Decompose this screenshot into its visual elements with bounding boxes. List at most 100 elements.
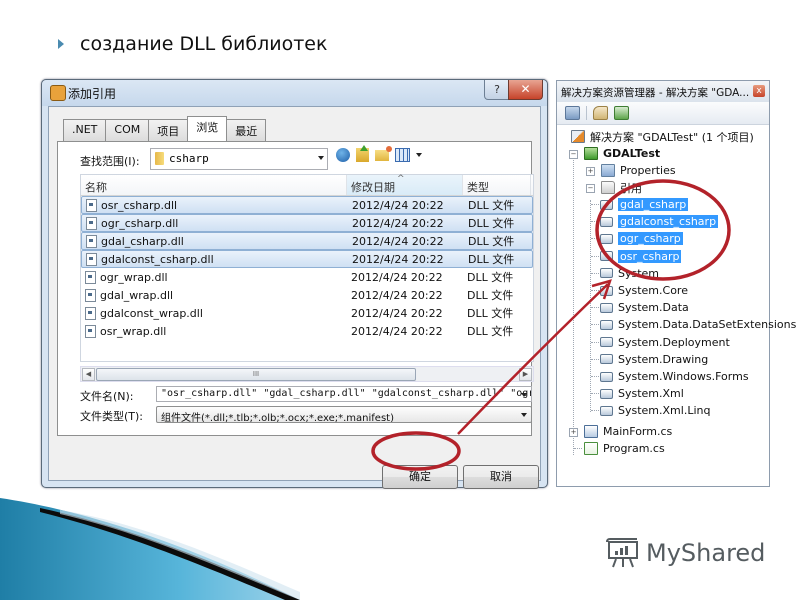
up-folder-icon[interactable] [356, 145, 369, 162]
tree-guide [591, 204, 599, 205]
tree-node-reference[interactable]: System.Deployment [600, 334, 730, 351]
scroll-left-icon[interactable]: ◀ [82, 368, 95, 381]
tree-guide [591, 255, 599, 257]
tree-guide [574, 448, 582, 449]
file-name: ogr_csharp.dll [101, 216, 179, 230]
tree-node-label: GDALTest [603, 147, 661, 160]
tree-node-mainform[interactable]: MainForm.cs [584, 423, 672, 440]
tree-node-reference[interactable]: System.Drawing [600, 351, 708, 368]
tree-node-program[interactable]: Program.cs [584, 440, 665, 457]
dll-file-icon [86, 252, 97, 266]
file-type: DLL 文件 [467, 325, 514, 338]
tab-recent[interactable]: 最近 [226, 119, 267, 141]
tree-node-reference[interactable]: System.Windows.Forms [600, 368, 749, 385]
new-folder-icon[interactable] [375, 145, 392, 161]
file-row[interactable]: gdalconst_wrap.dll 2012/4/24 20:22 DLL 文件 [81, 304, 533, 322]
tree-guide [591, 221, 599, 223]
tab-com[interactable]: COM [105, 119, 150, 141]
tree-node-project[interactable]: GDALTest [584, 145, 660, 162]
assembly-reference-icon [600, 337, 613, 348]
file-list: 名称 修改日期 ^ 类型 osr_csharp.dll 2012/4/24 20:2… [80, 174, 534, 362]
view-menu-icon[interactable] [395, 148, 410, 162]
tab-browse[interactable]: 浏览 [187, 116, 228, 141]
chevron-down-icon[interactable] [521, 393, 527, 397]
tree-node-reference[interactable]: ogr_csharp [600, 230, 683, 247]
tab-projects[interactable]: 项目 [148, 119, 189, 141]
file-date: 2012/4/24 20:22 [351, 270, 443, 284]
show-all-files-icon[interactable] [565, 106, 580, 120]
tree-node-reference[interactable]: gdal_csharp [600, 196, 689, 213]
reference-name: System.Core [618, 284, 688, 297]
expand-icon[interactable]: + [586, 167, 595, 176]
csharp-file-icon [584, 442, 598, 455]
tree-node-properties[interactable]: Properties [601, 162, 676, 179]
file-date: 2012/4/24 20:22 [351, 324, 443, 338]
tree-node-label: 解决方案 "GDALTest" (1 个项目) [590, 130, 754, 144]
filetype-label: 文件类型(T): [80, 410, 144, 423]
filename-input[interactable]: "osr_csharp.dll" "gdal_csharp.dll" "gdal… [156, 386, 532, 402]
collapse-icon[interactable]: − [586, 184, 595, 193]
tree-node-reference[interactable]: osr_csharp [600, 248, 682, 265]
collapse-icon[interactable]: − [569, 150, 578, 159]
file-name-cell: gdal_csharp.dll [82, 234, 348, 248]
column-header-date[interactable]: 修改日期 ^ [347, 174, 463, 195]
tree-node-reference[interactable]: System [600, 265, 659, 282]
column-header-date-label: 修改日期 [351, 181, 395, 194]
scroll-thumb[interactable]: III [96, 368, 416, 381]
file-type: DLL 文件 [468, 217, 515, 230]
navigation-toolbar [336, 145, 422, 162]
file-row[interactable]: gdal_csharp.dll 2012/4/24 20:22 DLL 文件 [81, 232, 533, 250]
expand-icon[interactable]: + [569, 428, 578, 437]
chevron-down-icon[interactable] [416, 153, 422, 157]
add-reference-dialog: 添加引用 ? ✕ .NET COM 项目 浏览 最近 查找范围(I): csha… [41, 79, 548, 489]
dialog-titlebar[interactable]: 添加引用 ? ✕ [42, 80, 547, 106]
look-in-dropdown[interactable]: csharp [150, 148, 328, 170]
file-row[interactable]: gdal_wrap.dll 2012/4/24 20:22 DLL 文件 [81, 286, 533, 304]
file-name-cell: gdalconst_wrap.dll [81, 306, 347, 320]
file-name: gdalconst_csharp.dll [101, 252, 214, 266]
properties-icon[interactable] [593, 106, 608, 120]
file-row[interactable]: ogr_wrap.dll 2012/4/24 20:22 DLL 文件 [81, 268, 533, 286]
reference-name: System.Xml.Linq [618, 404, 711, 418]
column-header-type[interactable]: 类型 [463, 175, 531, 195]
file-row[interactable]: osr_csharp.dll 2012/4/24 20:22 DLL 文件 [81, 196, 533, 214]
close-icon[interactable]: x [753, 85, 765, 97]
back-icon[interactable] [336, 148, 350, 162]
file-row[interactable]: ogr_csharp.dll 2012/4/24 20:22 DLL 文件 [81, 214, 533, 232]
file-type: DLL 文件 [467, 271, 514, 284]
assembly-reference-icon [600, 268, 613, 279]
help-button[interactable]: ? [484, 80, 510, 100]
filetype-value: 组件文件(*.dll;*.tlb;*.olb;*.ocx;*.exe;*.man… [161, 413, 394, 423]
reference-name: gdal_csharp [618, 198, 689, 211]
tab-dotnet[interactable]: .NET [63, 119, 107, 141]
file-row[interactable]: osr_wrap.dll 2012/4/24 20:22 DLL 文件 [81, 322, 533, 340]
dll-file-icon [85, 306, 96, 320]
file-name-cell: ogr_wrap.dll [81, 270, 347, 284]
dll-file-icon [85, 324, 96, 338]
horizontal-scrollbar[interactable]: ◀ III ▶ [80, 366, 534, 382]
file-name-cell: osr_wrap.dll [81, 324, 347, 338]
tree-node-reference[interactable]: System.Data.DataSetExtensions [600, 316, 796, 333]
tree-node-reference[interactable]: System.Data [600, 299, 689, 316]
chevron-down-icon [521, 413, 527, 417]
tree-node-reference[interactable]: System.Xml [600, 385, 684, 402]
assembly-reference-icon [600, 405, 613, 416]
file-name-cell: ogr_csharp.dll [82, 216, 348, 230]
file-date: 2012/4/24 20:22 [351, 288, 443, 302]
reference-name: System.Windows.Forms [618, 370, 749, 383]
reference-name: ogr_csharp [618, 232, 683, 246]
column-header-name[interactable]: 名称 [81, 175, 347, 195]
filetype-select[interactable]: 组件文件(*.dll;*.tlb;*.olb;*.ocx;*.exe;*.man… [156, 406, 532, 423]
tree-node-reference[interactable]: System.Core [600, 282, 688, 299]
tree-node-reference[interactable]: System.Xml.Linq [600, 402, 710, 419]
close-button[interactable]: ✕ [508, 80, 543, 100]
refresh-icon[interactable] [614, 106, 629, 120]
file-row[interactable]: gdalconst_csharp.dll 2012/4/24 20:22 DLL 文… [81, 250, 533, 268]
scroll-right-icon[interactable]: ▶ [519, 368, 532, 381]
tab-strip: .NET COM 项目 浏览 最近 [63, 116, 267, 141]
filename-value: "osr_csharp.dll" "gdal_csharp.dll" "gdal… [161, 388, 532, 399]
assembly-reference-icon [600, 216, 613, 227]
tree-node-solution[interactable]: 解决方案 "GDALTest" (1 个项目) [571, 128, 754, 145]
tree-node-reference[interactable]: gdalconst_csharp [600, 213, 719, 230]
tree-node-references[interactable]: 引用 [601, 179, 642, 196]
